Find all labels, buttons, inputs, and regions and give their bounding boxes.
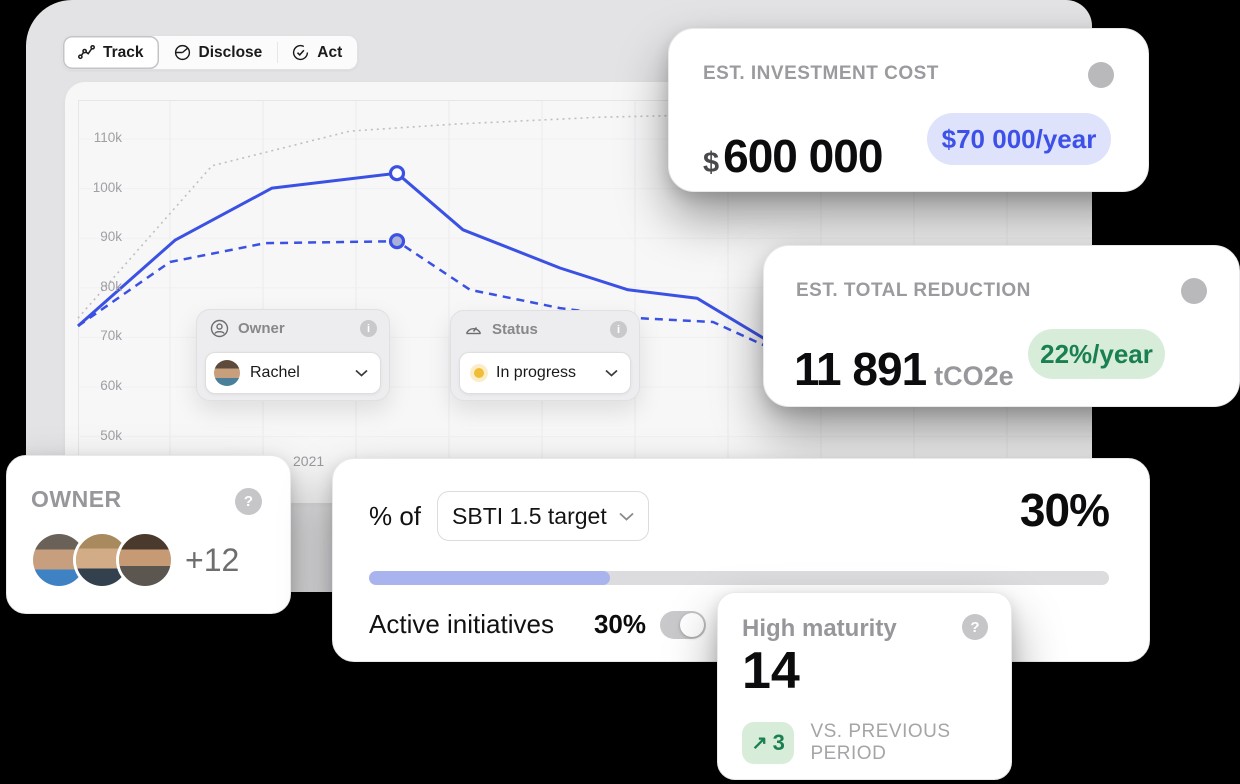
status-filter-card: Status i In progress [450,310,640,401]
target-select-value: SBTI 1.5 target [452,503,607,530]
tab-track[interactable]: Track [63,36,159,69]
target-check-icon [292,44,309,61]
previous-period-label: VS. PREVIOUS PERIOD [810,721,1011,765]
view-tabbar: Track Disclose Act [62,35,358,70]
tab-disclose[interactable]: Disclose [159,36,278,69]
status-filter-title: Status [492,321,601,338]
y-tick-label: 60k [65,378,122,393]
tab-track-label: Track [103,44,144,62]
owner-card-title: OWNER [31,486,122,513]
tab-act[interactable]: Act [277,36,357,69]
percent-of-label: % of [369,501,421,532]
x-axis-tick-2021: 2021 [293,453,324,469]
tab-disclose-label: Disclose [199,44,263,62]
status-dot [474,368,484,378]
chevron-down-icon [605,369,618,377]
owner-filter-card: Owner i Rachel [196,309,390,401]
dashboard-stage: Track Disclose Act 110k 100k 90k 80k 70k 60k 5… [0,0,1240,784]
total-reduction-card: EST. TOTAL REDUCTION 11 891 tCO2e 22%/ye… [763,245,1240,407]
owner-select[interactable]: Rachel [205,352,381,394]
maturity-delta-value: 3 [773,730,785,756]
maturity-value: 14 [742,641,800,701]
reduction-per-year-badge: 22%/year [1028,329,1165,379]
owner-avatar-3[interactable] [119,534,171,586]
y-tick-label: 80k [65,279,122,294]
owner-summary-card: OWNER ? +12 [6,455,291,614]
active-initiatives-label: Active initiatives [369,609,554,640]
pie-icon [174,44,191,61]
help-icon[interactable]: ? [962,614,988,640]
active-initiatives-toggle[interactable] [660,611,706,639]
reduction-value: 11 891 [794,342,926,396]
investment-card-title: EST. INVESTMENT COST [703,63,939,85]
info-icon[interactable]: i [360,320,377,337]
chevron-down-icon [619,512,634,521]
target-select[interactable]: SBTI 1.5 target [437,491,649,541]
gauge-icon [464,320,483,339]
chevron-down-icon [355,369,368,377]
help-icon[interactable]: ? [235,488,262,515]
toggle-knob [680,613,704,637]
owner-more-count[interactable]: +12 [185,542,239,579]
currency-symbol: $ [703,147,719,180]
high-maturity-card: High maturity ? 14 ↗ 3 VS. PREVIOUS PERI… [717,592,1012,780]
y-tick-label: 50k [65,428,122,443]
maturity-delta-badge: ↗ 3 [742,722,794,764]
owner-filter-title: Owner [238,320,351,337]
investment-value: 600 000 [723,129,882,183]
reduction-card-title: EST. TOTAL REDUCTION [796,280,1031,302]
y-tick-label: 90k [65,229,122,244]
y-tick-label: 100k [65,180,122,195]
target-percent-value: 30% [1020,483,1109,537]
status-select-value: In progress [496,364,595,382]
y-tick-label: 70k [65,328,122,343]
maturity-card-title: High maturity [742,615,897,643]
reduction-unit: tCO2e [934,361,1014,392]
target-progress-fill [369,571,610,585]
investment-per-year-badge: $70 000/year [927,113,1111,165]
target-progress-bar [369,571,1109,585]
arrow-up-right-icon: ↗ [752,732,768,755]
owner-select-value: Rachel [250,364,345,382]
y-tick-label: 110k [65,130,122,145]
track-icon [78,44,95,61]
status-select[interactable]: In progress [459,352,631,394]
info-icon[interactable]: i [610,321,627,338]
card-handle-dot [1088,62,1114,88]
rachel-avatar [214,360,240,386]
active-initiatives-percent: 30% [594,609,646,640]
investment-cost-card: EST. INVESTMENT COST $ 600 000 $70 000/y… [668,28,1149,192]
card-handle-dot [1181,278,1207,304]
person-icon [210,319,229,338]
tab-act-label: Act [317,44,342,62]
